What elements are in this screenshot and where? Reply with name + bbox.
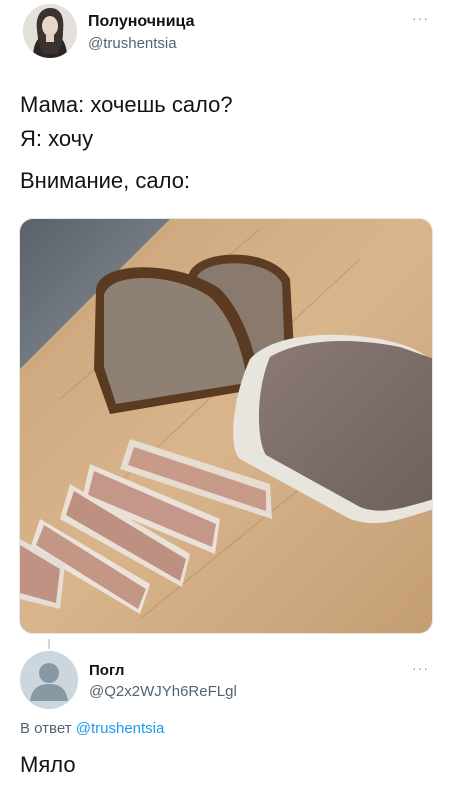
reply-text: Мяло: [20, 752, 76, 777]
reply-context: В ответ @trushentsia: [20, 720, 164, 737]
author-avatar[interactable]: [23, 4, 77, 58]
tweet-photo[interactable]: [19, 218, 433, 634]
tweet-text-line-1: Мама: хочешь сало?: [20, 92, 233, 117]
thread-connector-line: [48, 639, 50, 649]
reply-author-handle[interactable]: @Q2x2WJYh6ReFLgl: [89, 683, 237, 700]
reply-avatar[interactable]: [20, 651, 78, 709]
tweet-text-line-2: Я: хочу: [20, 126, 94, 151]
reply-mention-link[interactable]: @trushentsia: [76, 720, 165, 737]
reply-author-name[interactable]: Погл: [89, 662, 124, 679]
tweet-text-line-3: Внимание, сало:: [20, 168, 191, 193]
reply-more-options-icon[interactable]: ···: [412, 660, 429, 676]
reply-prefix: В ответ: [20, 720, 72, 737]
more-options-icon[interactable]: ···: [412, 10, 429, 26]
author-name[interactable]: Полуночница: [88, 13, 194, 31]
author-handle[interactable]: @trushentsia: [88, 35, 177, 52]
